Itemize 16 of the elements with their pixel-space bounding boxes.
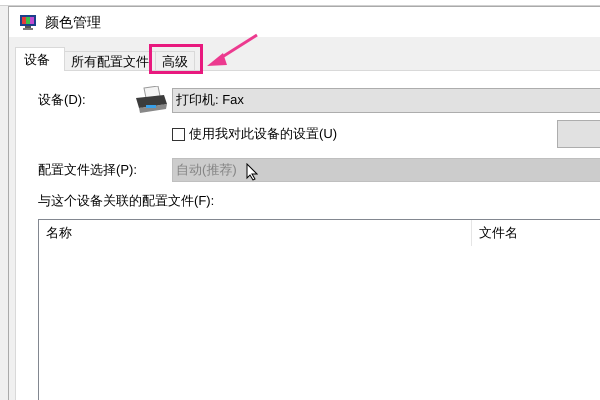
column-header[interactable]: 文件名: [472, 220, 600, 246]
tab[interactable]: 所有配置文件: [65, 51, 156, 71]
monitor-icon: [19, 14, 37, 30]
device-dropdown[interactable]: 打印机: Fax: [172, 88, 600, 112]
printer-icon: [134, 86, 168, 114]
checkbox[interactable]: [172, 128, 185, 140]
highlight-rectangle: [149, 44, 203, 74]
column-header[interactable]: 名称: [39, 220, 472, 246]
window-title: 颜色管理: [45, 12, 101, 32]
field-label: 配置文件选择(P):: [38, 161, 138, 180]
list-label: 与这个设备关联的配置文件(F):: [38, 192, 216, 210]
tab[interactable]: 设备: [15, 47, 65, 71]
cursor-icon: [246, 163, 258, 181]
field-label: 设备(D):: [38, 91, 87, 110]
checkbox-label: 使用我对此设备的设置(U): [189, 125, 338, 144]
tab[interactable]: 高级: [156, 51, 195, 71]
